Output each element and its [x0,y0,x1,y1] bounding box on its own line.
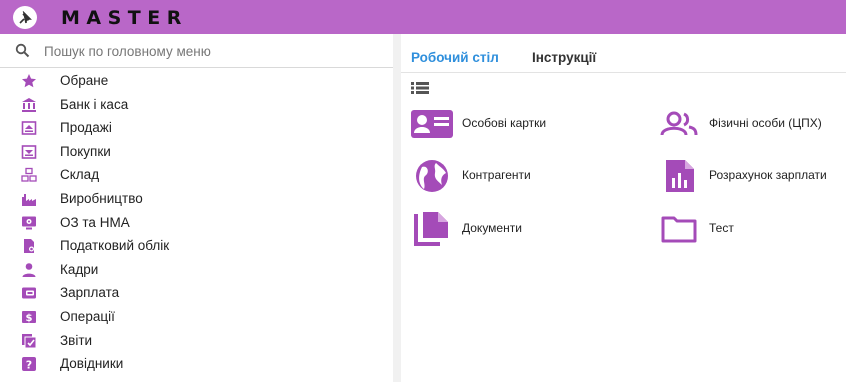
svg-text:$: $ [26,313,33,324]
sidebar-item-fixed-assets[interactable]: ОЗ та НМА [0,211,393,235]
sidebar-item-label: Довідники [60,356,124,372]
tab-bar: Робочий стіл Інструкції [401,41,846,73]
sidebar-item-tax[interactable]: Податковий облік [0,234,393,258]
people-icon [658,107,700,141]
sidebar-item-label: Продажі [60,120,112,136]
sidebar-item-label: Виробництво [60,190,143,206]
sidebar-item-purchases[interactable]: Покупки [0,140,393,164]
tab-instructions[interactable]: Інструкції [532,50,596,65]
sidebar-menu: Обране Банк і каса Продажі Покупки Склад… [0,69,393,376]
dollar-icon: $ [21,309,37,325]
bank-icon [21,97,37,113]
tile-salary-calculation[interactable]: Розрахунок зарплати [658,159,846,193]
sidebar-item-label: Кадри [60,261,99,277]
sidebar-item-label: Склад [60,167,100,183]
factory-icon [21,191,37,207]
app-title: MASTER [61,7,188,29]
app-header: MASTER [0,0,846,34]
sidebar-item-label: Зарплата [60,285,120,301]
sidebar-item-production[interactable]: Виробництво [0,187,393,211]
tile-label: Особові картки [462,116,547,130]
sidebar-item-warehouse[interactable]: Склад [0,163,393,187]
tax-document-icon [21,238,37,254]
sidebar-item-label: ОЗ та НМА [60,214,130,230]
search-bar [0,34,393,68]
sidebar-item-bank[interactable]: Банк і каса [0,93,393,117]
sidebar-item-sales[interactable]: Продажі [0,116,393,140]
sidebar-item-label: Операції [60,308,115,324]
tile-test[interactable]: Тест [658,212,846,246]
star-icon [21,73,37,89]
sidebar-item-label: Податковий облік [60,238,170,254]
sidebar-item-label: Банк і каса [60,96,129,112]
sales-icon [21,120,37,136]
warehouse-icon [21,167,37,183]
sidebar-item-favorites[interactable]: Обране [0,69,393,93]
list-view-icon[interactable] [411,81,429,99]
svg-text:?: ? [26,359,32,372]
tile-individuals[interactable]: Фізичні особи (ЦПХ) [658,107,846,141]
tile-label: Фізичні особи (ЦПХ) [709,116,822,130]
sidebar-item-label: Звіти [60,332,93,348]
tile-personal-cards[interactable]: Особові картки [411,107,611,141]
reports-icon [21,333,37,349]
tile-documents[interactable]: Документи [411,212,611,246]
wallet-icon [21,285,37,301]
monitor-icon [21,215,37,231]
help-icon: ? [21,356,37,372]
person-icon [21,262,37,278]
search-icon [15,43,30,63]
tile-label: Тест [709,221,734,235]
tile-label: Документи [462,221,522,235]
sidebar-item-label: Обране [60,73,109,88]
sidebar-item-operations[interactable]: $ Операції [0,305,393,329]
sidebar-item-salary[interactable]: Зарплата [0,281,393,305]
tab-desktop[interactable]: Робочий стіл [411,50,499,65]
id-card-icon [411,107,453,141]
sidebar-item-label: Покупки [60,143,111,159]
tile-label: Розрахунок зарплати [709,168,827,182]
panel-divider [393,34,401,382]
purchases-icon [21,144,37,160]
sidebar-item-reports[interactable]: Звіти [0,329,393,353]
sidebar-item-directories[interactable]: ? Довідники [0,352,393,376]
folder-icon [658,212,700,246]
sidebar-item-hr[interactable]: Кадри [0,258,393,282]
documents-icon [411,212,453,246]
search-input[interactable] [44,41,374,61]
pin-icon[interactable] [13,6,37,29]
tile-counterparties[interactable]: Контрагенти [411,159,611,193]
tile-label: Контрагенти [462,168,531,182]
chart-document-icon [658,159,700,193]
main-panel: Робочий стіл Інструкції Особові картки Ф… [401,41,846,382]
globe-icon [411,159,453,193]
